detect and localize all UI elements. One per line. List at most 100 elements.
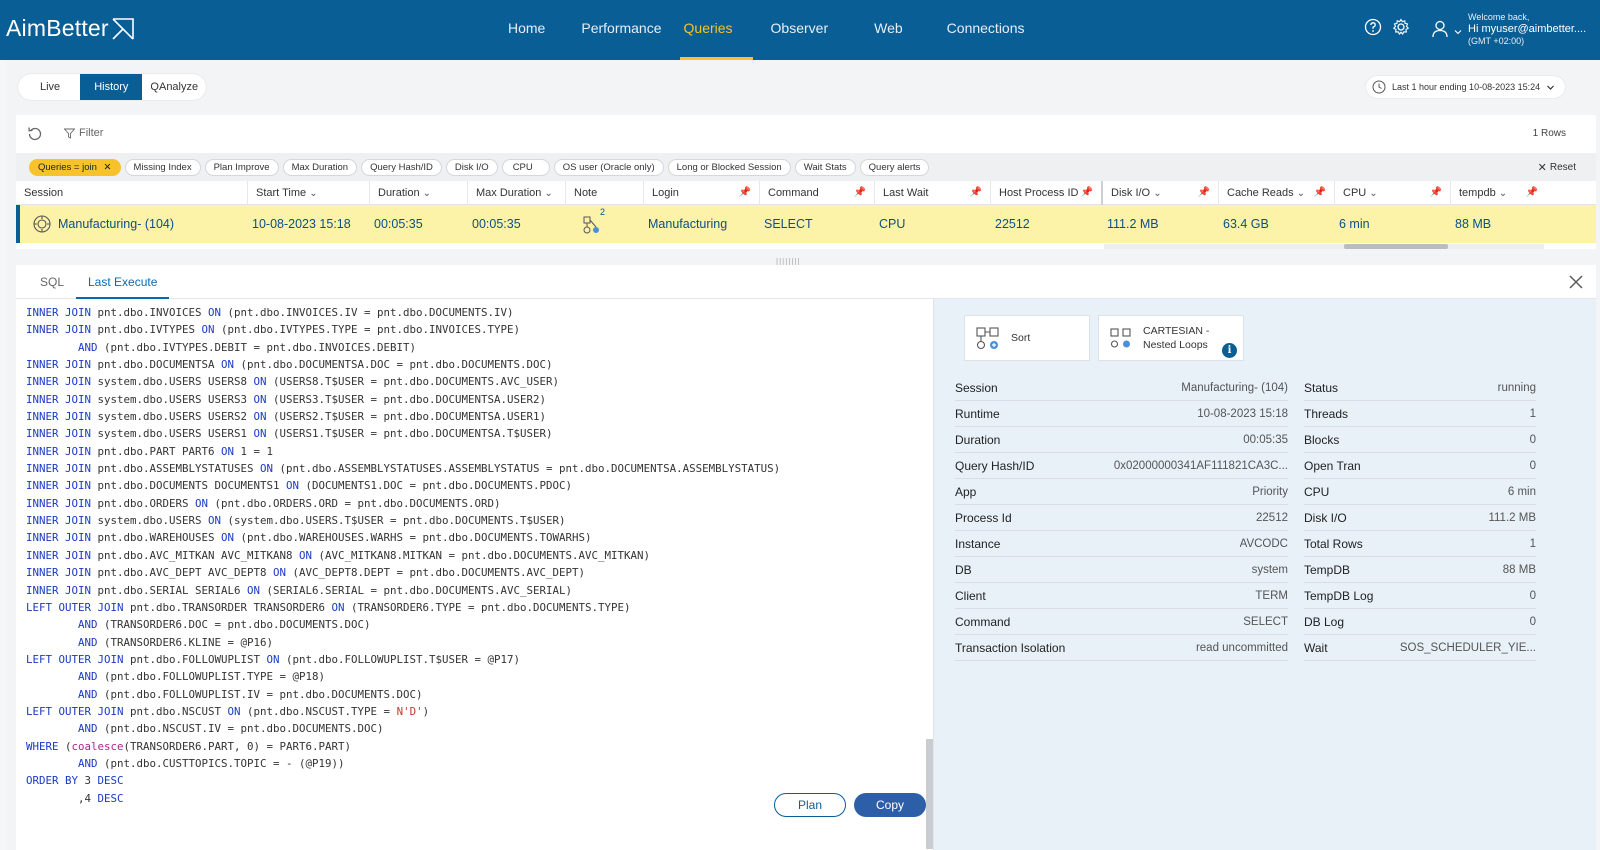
col-note[interactable]: Note: [566, 181, 644, 205]
detail-key: Command: [955, 614, 1011, 629]
tab-sql[interactable]: SQL: [40, 265, 64, 299]
detail-row: Duration 00:05:35: [955, 427, 1288, 453]
sql-token: (pnt.dbo.INVOICES.IV = pnt.dbo.DOCUMENTS…: [221, 306, 514, 319]
sql-token: ON: [208, 514, 222, 528]
sql-token: (pnt.dbo.DOCUMENTSA.DOC = pnt.dbo.DOCUME…: [234, 358, 553, 372]
sql-token: pnt.dbo.AVC_DEPT AVC_DEPT8: [91, 566, 274, 580]
sql-token: ON: [286, 479, 300, 493]
col-label: Session: [24, 187, 64, 199]
sql-token: ORDER BY: [26, 774, 79, 788]
chip-query-alerts[interactable]: Query alerts: [859, 159, 930, 176]
reset-button[interactable]: ✕ Reset: [1538, 161, 1576, 174]
chip-query-hash[interactable]: Query Hash/ID: [361, 159, 442, 176]
horizontal-scrollbar[interactable]: [1104, 244, 1544, 249]
chip-wait-stats[interactable]: Wait Stats: [794, 159, 856, 176]
pin-icon[interactable]: 📌: [1198, 181, 1210, 205]
col-label: Disk I/O: [1111, 186, 1151, 199]
user-icon: [1432, 20, 1448, 38]
col-cache-reads[interactable]: Cache Reads ⌄ 📌: [1219, 181, 1335, 205]
sql-line: INNER JOIN system.dbo.USERS USERS1 ON (U…: [26, 425, 780, 442]
nav-web[interactable]: Web: [856, 0, 929, 60]
pin-icon[interactable]: 📌: [1430, 181, 1442, 205]
col-host-pid[interactable]: Host Process ID 📌: [991, 181, 1103, 205]
chip-os-user[interactable]: OS user (Oracle only): [553, 159, 664, 176]
tab-last-execute[interactable]: Last Execute: [76, 265, 170, 299]
sql-token: AND: [78, 340, 98, 354]
refresh-icon[interactable]: [26, 125, 44, 143]
info-icon[interactable]: i: [1222, 343, 1237, 358]
detail-key: Threads: [1304, 406, 1349, 421]
col-disk-io[interactable]: Disk I/O ⌄ 📌: [1103, 181, 1219, 205]
chip-plan-improve[interactable]: Plan Improve: [204, 159, 279, 176]
sql-token: ON: [253, 427, 267, 441]
filter-button[interactable]: Filter: [64, 127, 103, 139]
chip-max-duration[interactable]: Max Duration: [282, 159, 358, 176]
chip-disk-io[interactable]: Disk I/O: [445, 159, 498, 176]
detail-row: Transaction Isolation read uncommitted: [955, 635, 1288, 661]
help-icon[interactable]: [1364, 18, 1382, 36]
nav-connections[interactable]: Connections: [929, 0, 1043, 60]
close-icon[interactable]: [1568, 274, 1584, 290]
col-session[interactable]: Session: [16, 181, 248, 205]
col-label: Login: [652, 187, 679, 199]
col-duration[interactable]: Duration ⌄: [370, 181, 468, 205]
chip-cpu[interactable]: CPU: [501, 159, 550, 176]
nav-observer[interactable]: Observer: [753, 0, 857, 60]
detail-key: Total Rows: [1304, 536, 1363, 551]
tab-history[interactable]: History: [80, 74, 143, 100]
table-row[interactable]: Manufacturing- (104) 10-08-2023 15:18 00…: [16, 205, 1596, 243]
col-tempdb[interactable]: tempdb ⌄ 📌: [1451, 181, 1546, 205]
vertical-scrollbar[interactable]: [926, 739, 933, 849]
nav-home[interactable]: Home: [490, 0, 563, 60]
op-card-cartesian[interactable]: CARTESIAN - Nested Loops i: [1098, 315, 1244, 361]
col-start-time[interactable]: Start Time ⌄: [248, 181, 370, 205]
pin-icon[interactable]: 📌: [1314, 181, 1326, 205]
detail-row: Session Manufacturing- (104): [955, 375, 1288, 401]
op-card-sort[interactable]: Sort: [964, 315, 1090, 361]
col-max-duration[interactable]: Max Duration ⌄: [468, 181, 566, 205]
sql-token: LEFT OUTER JOIN: [26, 704, 124, 718]
sql-editor[interactable]: INNER JOIN pnt.dbo.INVOICES ON (pnt.dbo.…: [16, 299, 934, 850]
nav-queries[interactable]: Queries: [679, 0, 753, 60]
col-cpu[interactable]: CPU ⌄ 📌: [1335, 181, 1451, 205]
col-command[interactable]: Command 📌: [760, 181, 875, 205]
cell-note[interactable]: 2: [562, 205, 640, 243]
detail-key: Transaction Isolation: [955, 640, 1066, 655]
cell-host-pid: 22512: [995, 217, 1030, 231]
col-last-wait[interactable]: Last Wait 📌: [875, 181, 991, 205]
chip-missing-index[interactable]: Missing Index: [124, 159, 201, 176]
pin-icon[interactable]: 📌: [854, 181, 866, 205]
pin-icon[interactable]: 📌: [970, 181, 982, 205]
detail-row: TempDB 88 MB: [1304, 557, 1536, 583]
time-range-picker[interactable]: Last 1 hour ending 10-08-2023 15:24: [1366, 76, 1566, 98]
detail-row: CPU 6 min: [1304, 479, 1536, 505]
chip-long-blocked[interactable]: Long or Blocked Session: [667, 159, 791, 176]
nav-performance[interactable]: Performance: [563, 0, 679, 60]
pin-icon[interactable]: 📌: [1081, 181, 1093, 205]
sql-token: (TRANSORDER6.PART, 0) = PART6.PART): [123, 739, 352, 753]
sql-token: (USERS2.T$USER = pnt.dbo.DOCUMENTSA.USER…: [266, 410, 547, 424]
scrollbar-thumb[interactable]: [1344, 244, 1448, 249]
pin-icon[interactable]: 📌: [1526, 181, 1538, 205]
sql-token: pnt.dbo.AVC_MITKAN AVC_MITKAN8: [91, 548, 300, 562]
user-menu[interactable]: [1432, 20, 1462, 38]
tab-qanalyze[interactable]: QAnalyze: [142, 74, 206, 100]
sql-token: system.dbo.USERS: [91, 514, 209, 528]
detail-value: 10-08-2023 15:18: [1197, 407, 1288, 420]
tab-live[interactable]: Live: [18, 74, 80, 100]
op-label-line1: CARTESIAN -: [1143, 325, 1210, 337]
col-login[interactable]: Login 📌: [644, 181, 760, 205]
gear-icon[interactable]: [1392, 18, 1410, 36]
pin-icon[interactable]: 📌: [739, 181, 751, 205]
logo[interactable]: AimBetter: [6, 15, 135, 42]
copy-button[interactable]: Copy: [854, 793, 926, 817]
sql-token: (pnt.dbo.NSCUST.TYPE =: [240, 704, 397, 718]
welcome-text: Welcome back, Hi myuser@aimbetter.... (G…: [1468, 11, 1586, 47]
sql-token: system.dbo.USERS USERS3: [91, 392, 254, 406]
plan-button[interactable]: Plan: [774, 793, 846, 817]
sql-token: system.dbo.USERS USERS1: [91, 427, 254, 441]
sql-token: N'D': [396, 704, 423, 718]
close-icon[interactable]: ✕: [104, 162, 112, 173]
chip-queries-join[interactable]: Queries = join ✕: [29, 159, 121, 176]
